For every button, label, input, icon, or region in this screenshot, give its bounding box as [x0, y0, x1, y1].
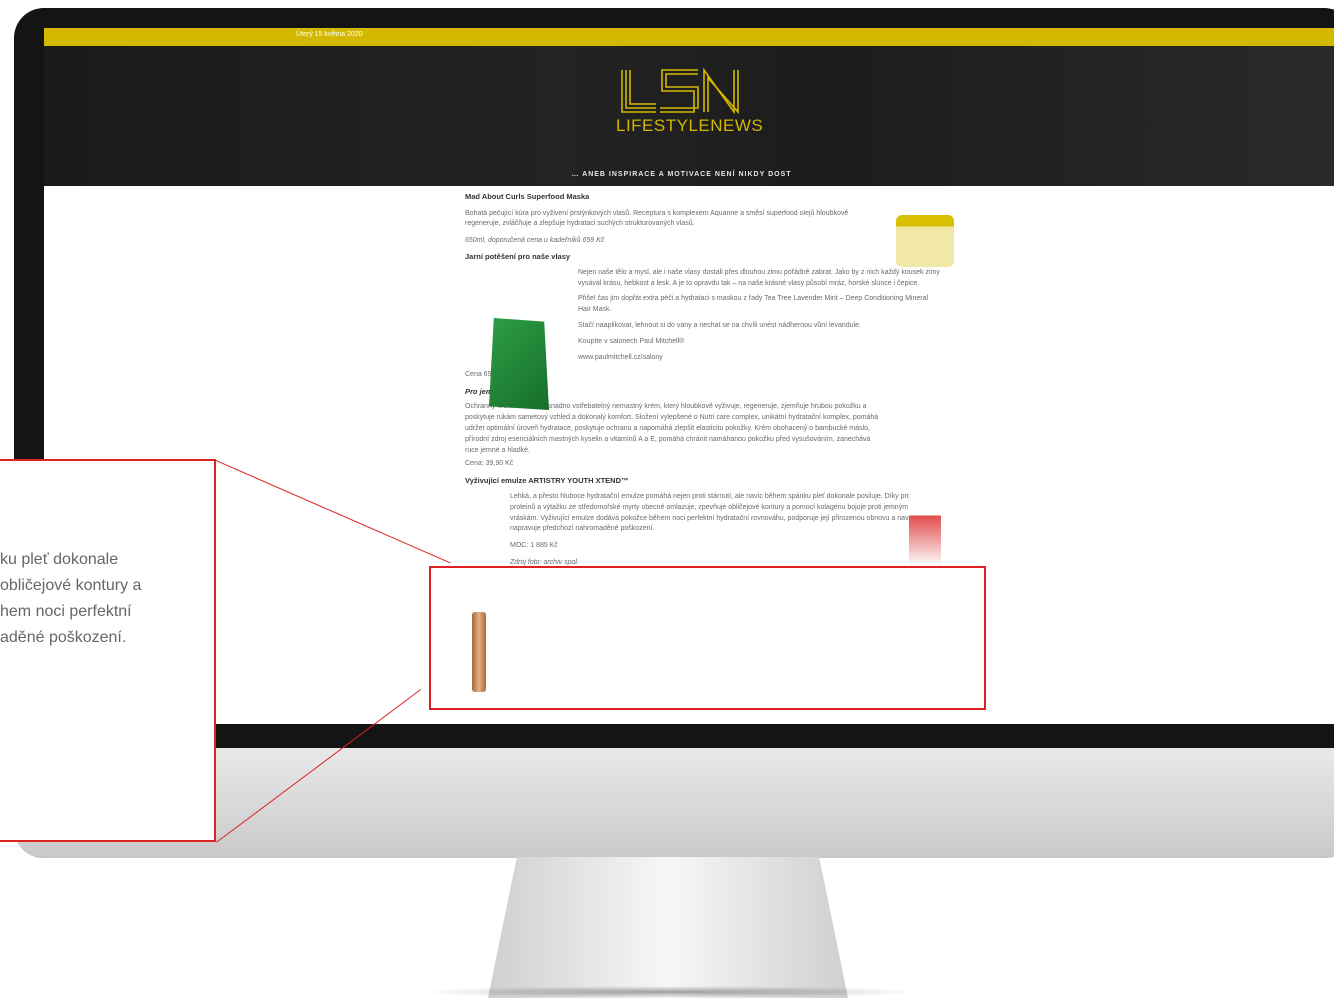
price-label: Cena: 39,90 Kč — [465, 460, 514, 468]
highlight-box — [429, 566, 986, 710]
article-body: Koupíte v salonech Paul Mitchell® — [578, 338, 685, 345]
price-label: MOC: 1 885 Kč — [510, 542, 558, 550]
monitor-screen: Úterý 15 května 2020 LIFESTYLENEWS … ANE… — [44, 28, 1334, 724]
site-tagline: … ANEB INSPIRACE A MOTIVACE NENÍ NIKDY D… — [571, 171, 792, 178]
article-title: Jarní potěšení pro naše vlasy — [465, 252, 571, 262]
site-header: LIFESTYLENEWS … ANEB INSPIRACE A MOTIVAC… — [44, 46, 1334, 186]
zoom-callout: ku pleť dokonale obličejové kontury a he… — [0, 459, 216, 842]
article-body: Ochranný krém na ruce je snadno vstřebat… — [465, 403, 879, 454]
hair-mask-jar-image — [896, 215, 954, 267]
date-label: Úterý 15 května 2020 — [296, 31, 363, 38]
article-title: Mad About Curls Superfood Maska — [465, 192, 590, 201]
callout-line: ku pleť dokonale — [0, 551, 119, 568]
article-body: Nejen naše tělo a mysl, ale i naše vlasy… — [578, 268, 940, 287]
article-body: Stačí naaplikovat, lehnout si do vany a … — [578, 322, 861, 330]
paulmitchell-link[interactable]: www.paulmitchell.cz/salony — [578, 353, 940, 364]
callout-line: aděné poškození. — [0, 629, 127, 646]
callout-line: obličejové kontury a — [0, 577, 142, 594]
lavender-mask-pack-image — [489, 318, 549, 410]
stand-shadow — [420, 986, 920, 998]
site-logo[interactable]: LIFESTYLENEWS — [616, 68, 764, 136]
lsn-logo-icon — [621, 68, 739, 114]
article-body: Přišel čas jim dopřát extra péči a hydra… — [578, 295, 929, 314]
article-body: Bohatá pečující kúra pro vyživení prstýn… — [465, 209, 849, 228]
top-bar: Úterý 15 května 2020 — [44, 28, 1334, 46]
article-note: 650ml, doporučená cena u kadeřníků 659 K… — [465, 237, 605, 245]
article-title: Vyživující emulze ARTISTRY YOUTH XTEND™ — [465, 476, 629, 486]
site-name: LIFESTYLENEWS — [616, 116, 764, 135]
article-body: Lehká, a přesto hluboce hydratační emulz… — [510, 492, 934, 533]
hand-cream-tube-image — [909, 488, 941, 566]
monitor-stand — [488, 857, 848, 998]
callout-line: hem noci perfektní — [0, 603, 132, 620]
callout-text: ku pleť dokonale obličejové kontury a he… — [0, 547, 141, 651]
